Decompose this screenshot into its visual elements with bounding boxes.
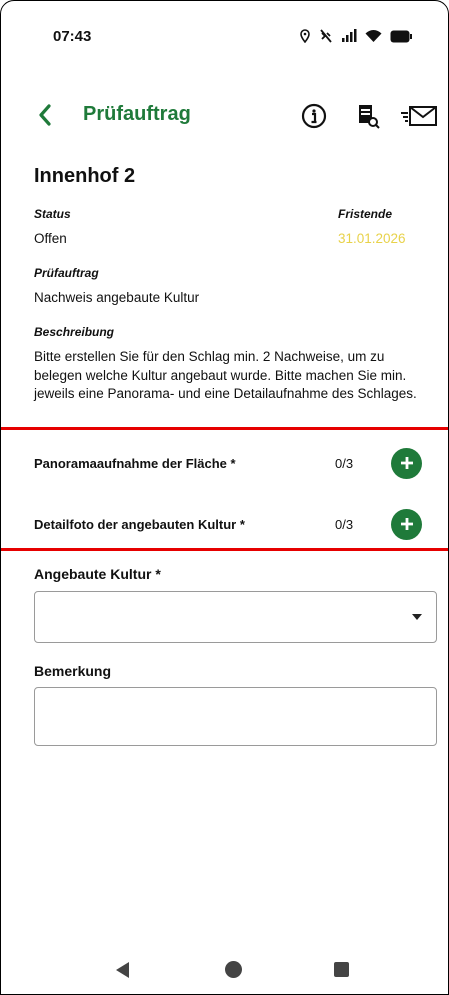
description-label: Beschreibung (34, 325, 115, 339)
add-panorama-button[interactable] (391, 447, 422, 479)
status-label: Status (34, 207, 71, 221)
remark-field-label: Bemerkung (34, 663, 112, 679)
photo-row-label: Panoramaaufnahme der Fläche * (34, 455, 236, 471)
plus-icon (400, 518, 413, 530)
system-nav-bar (1, 958, 448, 982)
info-button[interactable] (297, 99, 331, 133)
info-icon (301, 103, 327, 129)
plot-title: Innenhof 2 (34, 165, 136, 187)
remark-input[interactable] (34, 687, 437, 746)
nav-back-icon[interactable] (116, 962, 129, 978)
deadline-value: 31.01.2026 (338, 231, 406, 246)
crop-select[interactable] (34, 591, 437, 643)
page-title: Prüfauftrag (83, 103, 191, 125)
signal-icon (342, 29, 357, 42)
nav-recents-icon[interactable] (334, 962, 349, 977)
photo-row-label: Detailfoto der angebauten Kultur * (34, 516, 245, 532)
photo-row-panorama: Panoramaaufnahme der Fläche * 0/3 (34, 445, 422, 481)
highlight-line-bottom (1, 548, 448, 551)
plus-icon (400, 457, 413, 469)
back-button[interactable] (35, 101, 61, 131)
status-bar: 07:43 (53, 25, 412, 47)
dropdown-caret-icon (412, 614, 422, 620)
nav-home-icon[interactable] (225, 961, 242, 978)
description-text: Bitte erstellen Sie für den Schlag min. … (34, 349, 417, 401)
document-search-button[interactable] (351, 99, 385, 133)
crop-field-label: Angebaute Kultur * (34, 566, 161, 582)
status-value: Offen (34, 231, 67, 246)
deadline-label: Fristende (338, 207, 393, 221)
status-time: 07:43 (53, 27, 92, 45)
photo-row-detail: Detailfoto der angebauten Kultur * 0/3 (34, 506, 422, 542)
wifi-icon (365, 30, 382, 42)
photo-row-count: 0/3 (335, 516, 354, 532)
mute-icon (320, 29, 332, 43)
task-label: Prüfauftrag (34, 266, 99, 280)
mail-send-icon (401, 106, 437, 126)
status-icons (299, 29, 412, 43)
location-icon (300, 29, 310, 43)
app-bar: Prüfauftrag (1, 97, 448, 137)
photo-row-count: 0/3 (335, 455, 354, 471)
phone-frame: 07:43 Prüfauftrag Innenhof 2 Status Offe… (0, 0, 449, 995)
task-value: Nachweis angebaute Kultur (34, 290, 200, 305)
chevron-left-icon (39, 104, 51, 126)
highlight-line-top (1, 427, 448, 430)
document-search-icon (359, 105, 380, 129)
send-mail-button[interactable] (399, 99, 439, 133)
add-detail-button[interactable] (391, 508, 422, 540)
battery-icon (390, 30, 412, 42)
